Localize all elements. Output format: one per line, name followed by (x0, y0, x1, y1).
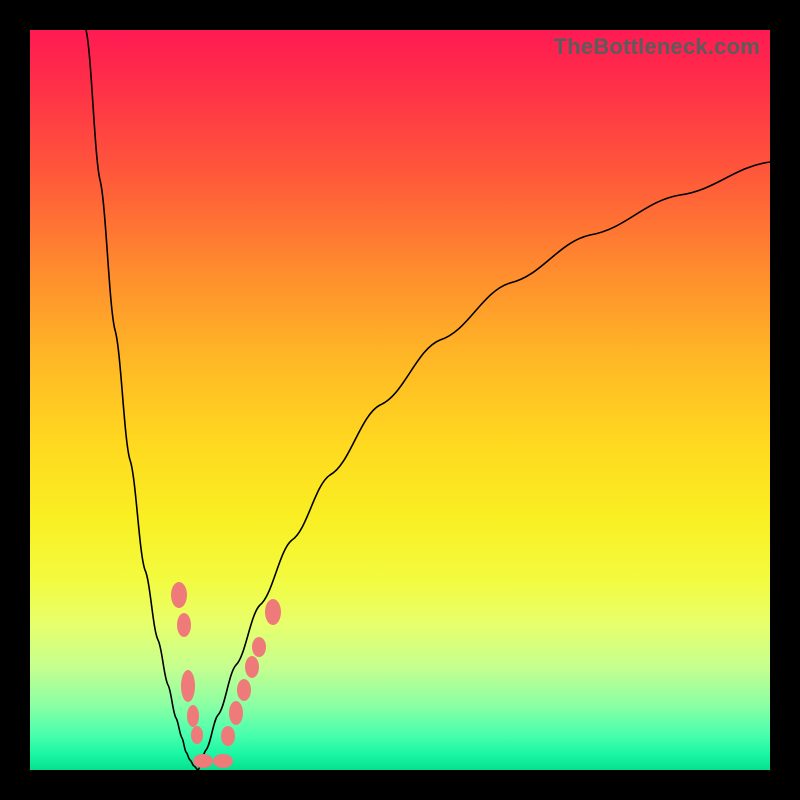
data-marker (245, 656, 259, 678)
data-marker (187, 705, 199, 727)
data-marker (171, 582, 187, 608)
data-marker (252, 637, 266, 657)
data-marker (213, 754, 233, 768)
data-marker (177, 613, 191, 637)
data-marker (265, 599, 281, 625)
data-marker (237, 679, 251, 701)
data-marker (181, 670, 195, 702)
data-marker (221, 726, 235, 746)
data-marker (193, 754, 213, 768)
chart-plot-area: TheBottleneck.com (30, 30, 770, 770)
data-marker (191, 726, 203, 744)
curve-right-branch (198, 162, 770, 770)
markers-group (171, 582, 281, 768)
curve-left-branch (86, 30, 198, 770)
data-marker (229, 701, 243, 725)
chart-svg (30, 30, 770, 770)
